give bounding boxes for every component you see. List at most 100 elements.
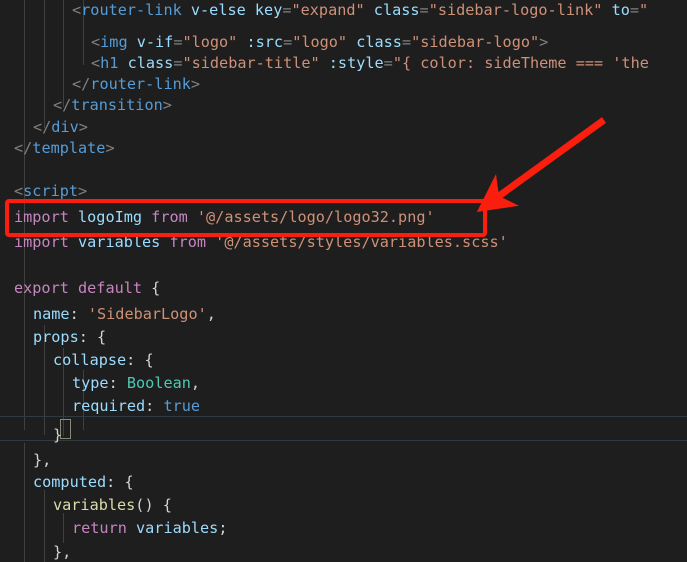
code-token: } — [53, 426, 63, 444]
code-line[interactable]: <img v-if="logo" :src="logo" class="side… — [0, 32, 687, 53]
code-token: "sidebar-logo-link" — [428, 1, 603, 19]
code-token: = — [173, 33, 183, 51]
code-token: , — [206, 305, 216, 323]
code-line[interactable] — [0, 159, 687, 180]
code-token: > — [190, 75, 201, 93]
code-editor-screenshot: <router-link v-else key="expand" class="… — [0, 0, 687, 562]
code-token: variables — [53, 496, 136, 514]
code-token: </ — [72, 75, 91, 93]
code-token: template — [32, 139, 106, 157]
code-token: computed — [33, 473, 107, 491]
code-token: : — [108, 374, 127, 392]
code-line[interactable]: } — [0, 425, 687, 446]
code-line[interactable]: variables() { — [0, 495, 687, 516]
code-line[interactable]: <script> — [0, 181, 687, 202]
code-token: :style — [319, 54, 384, 72]
code-line[interactable]: </transition> — [0, 95, 687, 116]
code-line[interactable]: }, — [0, 450, 687, 471]
code-token: class — [347, 33, 402, 51]
code-token: > — [105, 139, 115, 157]
code-editor-surface[interactable]: <router-link v-else key="expand" class="… — [0, 0, 687, 562]
code-token: < — [91, 54, 101, 72]
code-token: </ — [53, 96, 72, 114]
code-token: variables — [68, 233, 161, 251]
code-line[interactable]: computed: { — [0, 472, 687, 493]
code-line[interactable]: <h1 class="sidebar-title" :style="{ colo… — [0, 53, 687, 74]
code-line[interactable]: <router-link v-else key="expand" class="… — [0, 0, 687, 21]
code-token: > — [162, 96, 172, 114]
code-line[interactable]: required: true — [0, 396, 687, 417]
code-token: :src — [237, 33, 284, 51]
code-token: type — [72, 374, 109, 392]
code-token: > — [539, 33, 549, 51]
code-token: }, — [33, 451, 52, 469]
code-token: : — [106, 473, 125, 491]
code-token: script — [23, 182, 79, 200]
code-line[interactable]: </div> — [0, 117, 687, 138]
code-token: { — [97, 328, 107, 346]
code-line[interactable]: }, — [0, 542, 687, 562]
code-token: === — [575, 54, 613, 72]
code-token: 'the — [612, 54, 649, 72]
code-token: : — [126, 351, 145, 369]
code-token: color: — [420, 54, 485, 72]
code-token: : — [145, 397, 164, 415]
code-token: = — [401, 33, 412, 51]
code-line[interactable]: return variables; — [0, 518, 687, 539]
code-token: { — [144, 351, 154, 369]
code-token: to — [602, 1, 630, 19]
code-token: = — [419, 1, 429, 19]
code-token: from — [142, 208, 188, 226]
code-token: '@/assets/logo/logo32.png' — [187, 208, 435, 226]
code-token: class — [364, 1, 420, 19]
code-token: () { — [135, 496, 172, 514]
code-token: div — [51, 118, 79, 136]
code-line[interactable]: export default { — [0, 278, 687, 299]
code-line[interactable]: type: Boolean, — [0, 373, 687, 394]
code-token: " — [639, 1, 649, 19]
code-token: collapse — [53, 351, 127, 369]
code-line[interactable]: collapse: { — [0, 350, 687, 371]
code-token: : — [69, 305, 88, 323]
code-token: export — [14, 279, 69, 297]
code-token: 'SidebarLogo' — [87, 305, 207, 323]
code-token: > — [78, 182, 88, 200]
code-line[interactable]: name: 'SidebarLogo', — [0, 304, 687, 325]
code-token: , — [190, 374, 201, 392]
code-token: < — [72, 1, 82, 19]
code-token: import — [14, 208, 69, 226]
code-token: return — [72, 519, 127, 537]
code-token: ; — [218, 519, 228, 537]
code-token: < — [14, 182, 24, 200]
code-token: { — [124, 473, 134, 491]
code-token: props — [33, 328, 79, 346]
code-token: default — [68, 279, 143, 297]
code-token: import — [14, 233, 69, 251]
code-line[interactable]: import logoImg from '@/assets/logo/logo3… — [0, 207, 687, 228]
code-line[interactable]: props: { — [0, 327, 687, 348]
code-line[interactable] — [0, 256, 687, 277]
code-token: Boolean — [126, 374, 191, 392]
code-token: = — [173, 54, 183, 72]
code-token: from — [160, 233, 207, 251]
code-token: { — [142, 279, 161, 297]
code-token: h1 — [100, 54, 119, 72]
code-token: router-link — [81, 1, 182, 19]
code-line[interactable]: </router-link> — [0, 74, 687, 95]
code-token: sideTheme — [484, 54, 576, 72]
code-token: img — [100, 33, 128, 51]
code-token: router-link — [90, 75, 191, 93]
code-token: < — [91, 33, 101, 51]
code-token: : — [78, 328, 98, 346]
code-token: variables — [126, 519, 219, 537]
code-token: '@/assets/styles/variables.scss' — [206, 233, 508, 251]
code-token: = — [629, 1, 640, 19]
code-token: true — [163, 397, 201, 415]
code-line[interactable]: </template> — [0, 138, 687, 159]
code-token: "logo" — [292, 33, 348, 51]
code-token: }, — [53, 543, 72, 561]
code-token: = — [283, 33, 293, 51]
code-token: required — [72, 397, 146, 415]
code-token: "{ — [392, 54, 421, 72]
code-line[interactable]: import variables from '@/assets/styles/v… — [0, 232, 687, 253]
